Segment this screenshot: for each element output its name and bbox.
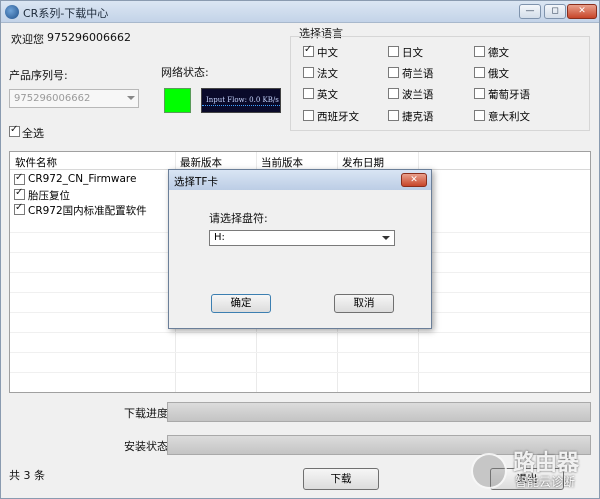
language-group: 中文 日文 德文 法文 荷兰语 俄文 英文 波兰语	[290, 36, 590, 131]
row-checkbox[interactable]	[14, 172, 25, 185]
dialog-close-button[interactable]: ✕	[401, 173, 427, 187]
language-checkbox[interactable]	[388, 110, 399, 121]
language-checkbox[interactable]	[474, 110, 485, 121]
dialog-ok-button[interactable]: 确定	[211, 294, 271, 313]
software-name: CR972国内标准配置软件	[28, 205, 147, 217]
chevron-down-icon	[127, 96, 135, 100]
main-window: CR系列-下载中心 — ◻ ✕ 欢迎您 975296006662 产品序列号: …	[0, 0, 600, 499]
window-title: CR系列-下载中心	[23, 7, 109, 20]
dialog-cancel-button[interactable]: 取消	[334, 294, 394, 313]
download-button[interactable]: 下载	[303, 468, 379, 490]
language-label: 葡萄牙语	[488, 89, 530, 101]
language-label: 英文	[317, 89, 338, 101]
select-all-checkbox[interactable]	[9, 124, 20, 137]
language-label: 西班牙文	[317, 111, 359, 123]
watermark: 路由器 智能云诊断	[471, 445, 599, 497]
language-checkbox[interactable]	[474, 67, 485, 78]
network-status-indicator	[164, 88, 191, 113]
grid-line	[10, 372, 590, 373]
column-header[interactable]: 发布日期	[342, 155, 384, 170]
language-label: 波兰语	[402, 89, 434, 101]
watermark-subtitle: 智能云诊断	[515, 475, 576, 489]
welcome-label: 欢迎您	[11, 33, 44, 46]
column-header[interactable]: 当前版本	[261, 155, 303, 170]
column-header[interactable]: 软件名称	[15, 155, 57, 170]
minimize-button[interactable]: —	[519, 4, 541, 19]
software-name: 胎压复位	[28, 190, 70, 202]
select-tf-card-dialog: 选择TF卡 ✕ 请选择盘符: H: 确定 取消	[168, 169, 432, 329]
select-all-label: 全选	[22, 127, 44, 140]
language-label: 日文	[402, 47, 423, 59]
grid-line	[10, 352, 590, 353]
watermark-logo-icon	[471, 453, 507, 489]
network-label: 网络状态:	[161, 66, 209, 79]
row-checkbox[interactable]	[14, 187, 25, 200]
download-progress-label: 下载进度	[124, 407, 168, 420]
chevron-down-icon	[382, 236, 390, 240]
grid-line	[10, 332, 590, 333]
language-checkbox[interactable]	[474, 88, 485, 99]
dialog-title-bar: 选择TF卡 ✕	[169, 170, 431, 190]
language-label: 俄文	[488, 68, 509, 80]
welcome-user: 975296006662	[47, 31, 131, 44]
software-name: CR972_CN_Firmware	[28, 173, 137, 185]
language-checkbox[interactable]	[303, 44, 314, 57]
language-label: 捷克语	[402, 111, 434, 123]
restore-button[interactable]: ◻	[544, 4, 566, 19]
language-label: 中文	[317, 47, 338, 59]
serial-select[interactable]: 975296006662	[9, 89, 139, 108]
language-checkbox[interactable]	[388, 67, 399, 78]
language-label: 意大利文	[488, 111, 530, 123]
language-label: 德文	[488, 47, 509, 59]
language-checkbox[interactable]	[303, 67, 314, 78]
item-count: 共 3 条	[9, 469, 45, 482]
language-checkbox[interactable]	[388, 46, 399, 57]
language-label: 荷兰语	[402, 68, 434, 80]
network-flow-meter: Input Flow: 0.0 KB/s	[201, 88, 281, 113]
language-checkbox[interactable]	[474, 46, 485, 57]
row-checkbox[interactable]	[14, 202, 25, 215]
drive-prompt: 请选择盘符:	[209, 212, 268, 225]
language-checkbox[interactable]	[303, 88, 314, 99]
app-icon	[5, 5, 19, 19]
language-checkbox[interactable]	[388, 88, 399, 99]
flow-readout: Input Flow: 0.0 KB/s	[206, 96, 279, 104]
drive-select[interactable]: H:	[209, 230, 395, 246]
drive-value: H:	[214, 232, 225, 243]
column-header[interactable]: 最新版本	[180, 155, 222, 170]
table-header: 软件名称 最新版本 当前版本 发布日期	[10, 152, 590, 170]
download-progress-bar	[167, 402, 591, 422]
dialog-title: 选择TF卡	[174, 176, 218, 188]
language-label: 法文	[317, 68, 338, 80]
flow-graph	[202, 105, 280, 112]
title-bar: CR系列-下载中心 — ◻ ✕	[1, 1, 599, 23]
serial-value: 975296006662	[14, 93, 91, 104]
serial-label: 产品序列号:	[9, 69, 68, 82]
close-button[interactable]: ✕	[567, 4, 597, 19]
language-checkbox[interactable]	[303, 110, 314, 121]
install-status-label: 安装状态	[124, 440, 168, 453]
